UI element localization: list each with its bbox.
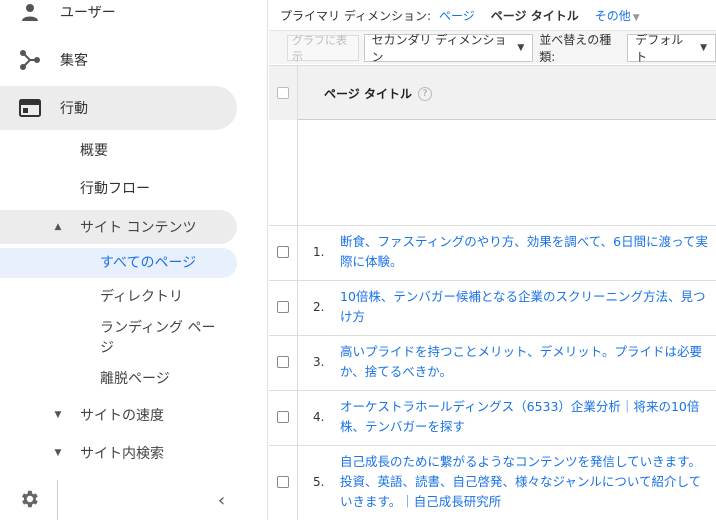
divider bbox=[297, 120, 298, 225]
row-number: 3. bbox=[313, 355, 325, 369]
data-table: ページ タイトル ? 1. 断食、ファスティングのやり方、効果を調べて、6日間に… bbox=[269, 65, 716, 520]
gear-icon[interactable] bbox=[18, 488, 40, 514]
table-row: 2. 10倍株、テンバガー候補となる企業のスクリーニング方法、見つけ方 bbox=[269, 281, 716, 336]
nav-all-pages[interactable]: すべてのページ bbox=[0, 248, 237, 278]
select-all-checkbox[interactable] bbox=[277, 87, 289, 99]
nav-overview[interactable]: 概要 bbox=[0, 140, 237, 160]
row-number: 1. bbox=[313, 245, 325, 259]
nav-directory[interactable]: ディレクトリ bbox=[0, 287, 237, 307]
row-checkbox[interactable] bbox=[277, 356, 289, 368]
nav-behavior-flow-label: 行動フロー bbox=[80, 181, 150, 197]
nav-users[interactable]: ユーザー bbox=[0, 0, 237, 34]
triangle-up-icon: ▲ bbox=[54, 222, 62, 232]
nav-site-speed-label: サイトの速度 bbox=[80, 408, 164, 424]
nav-site-search-label: サイト内検索 bbox=[80, 446, 164, 462]
dimension-current: ページ タイトル bbox=[490, 8, 579, 23]
acquisition-icon bbox=[0, 49, 60, 71]
divider bbox=[297, 446, 298, 520]
dimension-more[interactable]: その他 ▼ bbox=[595, 7, 640, 24]
behavior-icon bbox=[0, 99, 60, 117]
help-icon[interactable]: ? bbox=[417, 86, 432, 101]
triangle-down-icon: ▼ bbox=[54, 410, 62, 420]
nav-behavior-label: 行動 bbox=[60, 101, 88, 117]
primary-dimension-bar: プライマリ ディメンション: ページ ページ タイトル その他 ▼ bbox=[269, 0, 716, 30]
row-link[interactable]: 自己成長のために繋がるようなコンテンツを発信していきます。投資、英語、読書、自己… bbox=[340, 452, 712, 512]
divider bbox=[57, 480, 58, 520]
nav-acquisition-label: 集客 bbox=[60, 53, 88, 69]
nav-site-speed[interactable]: ▼ サイトの速度 bbox=[0, 398, 237, 432]
caret-down-icon: ▼ bbox=[517, 42, 525, 53]
row-number: 2. bbox=[313, 300, 325, 314]
row-checkbox[interactable] bbox=[277, 476, 289, 488]
divider bbox=[297, 281, 298, 335]
divider bbox=[297, 391, 298, 445]
column-header-label: ページ タイトル bbox=[324, 87, 412, 101]
row-checkbox[interactable] bbox=[277, 411, 289, 423]
main-content: プライマリ ディメンション: ページ ページ タイトル その他 ▼ グラフに表示 … bbox=[269, 0, 716, 520]
sidebar-footer: ‹ bbox=[0, 480, 267, 520]
sort-type-label: 並べ替えの種類: bbox=[539, 32, 612, 64]
row-link[interactable]: 断食、ファスティングのやり方、効果を調べて、6日間に渡って実際に体験。 bbox=[340, 232, 712, 272]
nav-behavior[interactable]: 行動 bbox=[0, 86, 237, 130]
row-checkbox[interactable] bbox=[277, 246, 289, 258]
divider bbox=[297, 336, 298, 390]
divider bbox=[297, 226, 298, 280]
nav-site-search[interactable]: ▼ サイト内検索 bbox=[0, 436, 237, 470]
nav-landing-pages-label: ランディング ページ bbox=[100, 320, 216, 356]
chevron-left-icon[interactable]: ‹ bbox=[218, 490, 225, 511]
plot-graph-button[interactable]: グラフに表示 bbox=[287, 34, 359, 63]
nav-site-content[interactable]: ▲ サイト コンテンツ bbox=[0, 210, 237, 244]
caret-down-icon: ▼ bbox=[700, 42, 707, 53]
table-row: 3. 高いプライドを持つことメリット、デメリット。プライドは必要か、捨てるべきか… bbox=[269, 336, 716, 391]
primary-dimension-label: プライマリ ディメンション: bbox=[280, 8, 432, 23]
nav-directory-label: ディレクトリ bbox=[100, 289, 184, 305]
nav-site-content-label: サイト コンテンツ bbox=[80, 220, 197, 236]
nav-landing-pages[interactable]: ランディング ページ bbox=[0, 318, 237, 358]
row-link[interactable]: 高いプライドを持つことメリット、デメリット。プライドは必要か、捨てるべきか。 bbox=[340, 342, 712, 382]
table-row: 4. オーケストラホールディングス（6533）企業分析｜将来の10倍株、テンバガ… bbox=[269, 391, 716, 446]
row-link[interactable]: オーケストラホールディングス（6533）企業分析｜将来の10倍株、テンバガーを探… bbox=[340, 397, 712, 437]
nav-overview-label: 概要 bbox=[80, 143, 108, 159]
nav-acquisition[interactable]: 集客 bbox=[0, 38, 237, 82]
sort-type-value: デフォルト bbox=[635, 32, 684, 64]
triangle-down-icon: ▼ bbox=[54, 448, 62, 458]
row-checkbox[interactable] bbox=[277, 301, 289, 313]
nav-users-label: ユーザー bbox=[60, 5, 116, 21]
table-toolbar: グラフに表示 セカンダリ ディメンション ▼ 並べ替えの種類: デフォルト ▼ bbox=[269, 30, 716, 64]
table-summary-row bbox=[269, 120, 716, 226]
header-checkbox-cell bbox=[269, 66, 298, 120]
nav-exit-pages-label: 離脱ページ bbox=[100, 371, 170, 387]
caret-down-icon: ▼ bbox=[632, 12, 640, 23]
table-row: 1. 断食、ファスティングのやり方、効果を調べて、6日間に渡って実際に体験。 bbox=[269, 226, 716, 281]
dimension-page-link[interactable]: ページ bbox=[439, 7, 475, 24]
nav-exit-pages[interactable]: 離脱ページ bbox=[0, 369, 237, 389]
nav-behavior-flow[interactable]: 行動フロー bbox=[0, 178, 237, 198]
sort-type-select[interactable]: デフォルト ▼ bbox=[627, 32, 716, 64]
column-header-page-title[interactable]: ページ タイトル ? bbox=[324, 85, 432, 102]
table-header: ページ タイトル ? bbox=[269, 65, 716, 120]
table-row: 5. 自己成長のために繋がるようなコンテンツを発信していきます。投資、英語、読書… bbox=[269, 446, 716, 520]
nav-all-pages-label: すべてのページ bbox=[100, 255, 197, 271]
row-number: 5. bbox=[313, 475, 325, 489]
row-link[interactable]: 10倍株、テンバガー候補となる企業のスクリーニング方法、見つけ方 bbox=[340, 287, 712, 327]
secondary-dimension-label: セカンダリ ディメンション bbox=[371, 32, 507, 64]
person-icon bbox=[0, 2, 60, 22]
secondary-dimension-select[interactable]: セカンダリ ディメンション ▼ bbox=[363, 32, 534, 64]
row-number: 4. bbox=[313, 410, 325, 424]
dimension-more-label: その他 bbox=[594, 8, 631, 23]
sidebar: ユーザー 集客 行動 概要 行動フロー ▲ サイト コンテンツ すべてのページ … bbox=[0, 0, 268, 520]
